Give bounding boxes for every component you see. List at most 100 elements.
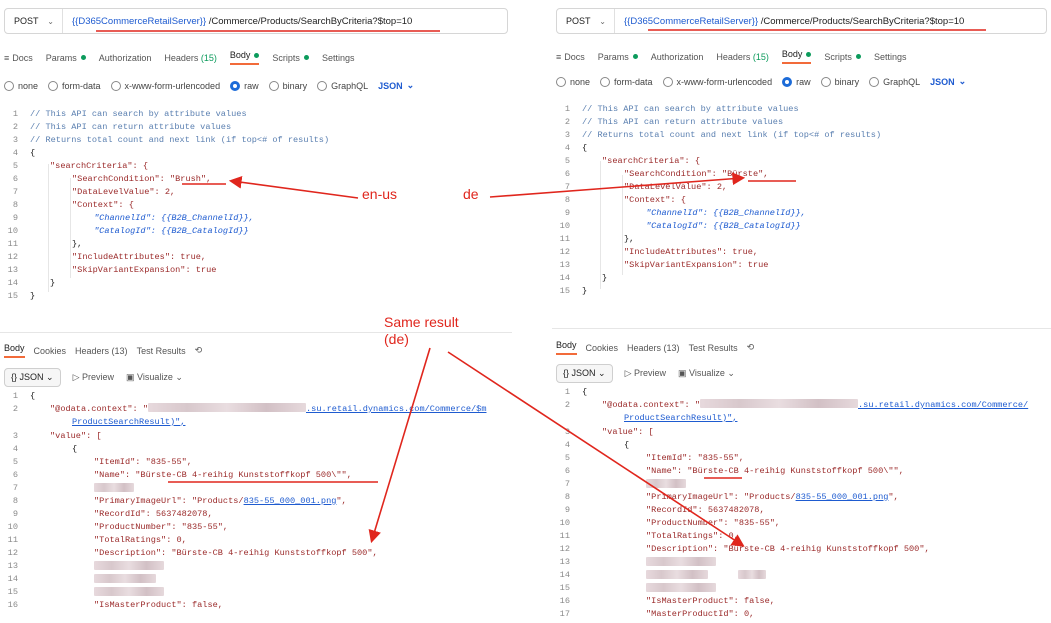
tab-body[interactable]: Body xyxy=(781,49,812,64)
code-line: 7 xyxy=(0,482,134,495)
code-line: ProductSearchResult)", xyxy=(624,413,738,423)
code-line: 2 "@odata.context": " .su.retail.dynamics.… xyxy=(564,399,1029,410)
tab-params[interactable]: Params xyxy=(46,53,86,63)
response-format-label: {} JSON xyxy=(563,368,596,378)
headers-count: (15) xyxy=(200,52,217,63)
request-tabs: ≡ Docs Params Authorization Headers (15) … xyxy=(4,50,508,65)
response-tab-body[interactable]: Body xyxy=(4,343,25,358)
radio-form-data[interactable]: form-data xyxy=(600,76,653,87)
radio-form-data[interactable]: form-data xyxy=(48,80,101,91)
radio-circle xyxy=(820,76,831,87)
code-line: 12 "Description": "Bürste-CB 4-reihig Kun… xyxy=(7,548,378,558)
radio-binary-label: binary xyxy=(282,80,308,91)
response-body-viewer[interactable]: 1{ 2 "@odata.context": " .su.retail.dynami… xyxy=(552,386,1051,623)
response-tab-test-results[interactable]: Test Results xyxy=(689,343,738,353)
radio-graphql-label: GraphQL xyxy=(883,76,921,87)
scripts-indicator-dot xyxy=(855,54,861,59)
history-icon[interactable]: ⟲ xyxy=(195,345,203,356)
response-tab-headers[interactable]: Headers (13) xyxy=(627,343,680,353)
radio-circle xyxy=(317,80,328,91)
response-tab-body[interactable]: Body xyxy=(556,340,577,355)
radio-graphql[interactable]: GraphQL xyxy=(869,76,921,87)
radio-urlencoded[interactable]: x-www-form-urlencoded xyxy=(110,80,220,91)
code-line: 12 "Description": "Bürste-CB 4-reihig Kun… xyxy=(559,544,930,554)
annotation-same-result: Same result (de) xyxy=(384,314,459,348)
radio-circle xyxy=(556,76,566,87)
tab-authorization[interactable]: Authorization xyxy=(651,52,704,62)
response-format-dropdown[interactable]: {} JSON ⌄ xyxy=(556,364,613,383)
url-input[interactable]: {{D365CommerceRetailServer}} /Commerce/P… xyxy=(615,16,964,27)
code-line: ProductSearchResult)", xyxy=(72,417,186,427)
method-select[interactable]: POST ⌄ xyxy=(5,9,63,33)
response-tab-cookies[interactable]: Cookies xyxy=(34,346,67,356)
code-line: 11 "TotalRatings": 0, xyxy=(559,531,739,541)
annotation-same-result-line2: (de) xyxy=(384,331,409,347)
tab-authorization[interactable]: Authorization xyxy=(99,53,152,63)
code-line: 4{ xyxy=(564,143,588,153)
preview-button[interactable]: ▷ Preview xyxy=(73,372,114,383)
code-line: 4{ xyxy=(12,444,78,454)
body-type-options: none form-data x-www-form-urlencoded raw… xyxy=(556,76,1047,87)
method-select[interactable]: POST ⌄ xyxy=(557,9,615,33)
radio-binary[interactable]: binary xyxy=(268,80,308,91)
radio-urlencoded[interactable]: x-www-form-urlencoded xyxy=(662,76,773,87)
tab-scripts[interactable]: Scripts xyxy=(272,53,309,63)
response-tab-cookies[interactable]: Cookies xyxy=(586,343,619,353)
tab-docs[interactable]: ≡ Docs xyxy=(556,52,585,62)
left-postman-panel: POST ⌄ {{D365CommerceRetailServer}} /Com… xyxy=(0,0,512,623)
radio-urlencoded-label: x-www-form-urlencoded xyxy=(676,76,773,87)
tab-scripts[interactable]: Scripts xyxy=(824,52,861,62)
code-line: 5 "searchCriteria": { xyxy=(12,161,148,171)
code-line: 7 xyxy=(552,478,686,491)
request-body-editor[interactable]: 1// This API can search by attribute val… xyxy=(0,106,512,306)
image-icon: ▣ xyxy=(678,368,687,378)
code-line: 13 "SkipVariantExpansion": true xyxy=(7,265,217,275)
response-tab-headers[interactable]: Headers (13) xyxy=(75,346,128,356)
tab-settings[interactable]: Settings xyxy=(322,53,355,63)
radio-binary[interactable]: binary xyxy=(820,76,859,87)
annotation-same-result-line1: Same result xyxy=(384,314,459,330)
body-format-dropdown[interactable]: JSON ⌄ xyxy=(930,76,966,87)
radio-raw[interactable]: raw xyxy=(782,76,811,87)
visualize-button[interactable]: ▣ Visualize ⌄ xyxy=(126,372,183,383)
tab-params-label: Params xyxy=(597,51,629,62)
body-format-dropdown[interactable]: JSON ⌄ xyxy=(378,80,414,91)
url-input[interactable]: {{D365CommerceRetailServer}} /Commerce/P… xyxy=(63,16,412,27)
redacted-value xyxy=(646,583,716,593)
code-line: 15} xyxy=(7,291,36,301)
radio-none[interactable]: none xyxy=(4,80,38,91)
radio-none[interactable]: none xyxy=(556,76,591,87)
radio-none-label: none xyxy=(570,76,591,87)
code-line: 15} xyxy=(559,286,588,296)
code-line: 12 "IncludeAttributes": true, xyxy=(559,247,759,257)
response-tab-test-results[interactable]: Test Results xyxy=(137,346,186,356)
code-line: 7 "DataLevelValue": 2, xyxy=(12,187,176,197)
code-line: 14 xyxy=(0,573,156,586)
code-line: 3 "value": [ xyxy=(564,427,654,437)
preview-button[interactable]: ▷ Preview xyxy=(625,368,666,379)
tab-docs[interactable]: ≡ Docs xyxy=(4,53,33,63)
tab-params[interactable]: Params xyxy=(598,52,638,62)
tab-headers[interactable]: Headers (15) xyxy=(716,52,769,62)
history-icon[interactable]: ⟲ xyxy=(747,342,755,353)
code-line: 13 "SkipVariantExpansion": true xyxy=(559,260,769,270)
code-line: 14} xyxy=(7,278,56,288)
redacted-value xyxy=(646,479,686,489)
radio-graphql[interactable]: GraphQL xyxy=(317,80,369,91)
visualize-button[interactable]: ▣ Visualize ⌄ xyxy=(678,368,735,379)
radio-graphql-label: GraphQL xyxy=(331,80,369,91)
image-icon: ▣ xyxy=(126,372,135,382)
code-line: 5 "ItemId": "835-55", xyxy=(564,453,744,463)
code-line: 15 xyxy=(0,586,164,599)
tab-body[interactable]: Body xyxy=(229,50,260,65)
response-format-dropdown[interactable]: {} JSON ⌄ xyxy=(4,368,61,387)
radio-raw[interactable]: raw xyxy=(230,80,259,91)
code-line: 17 "MasterProductId": 0, xyxy=(559,609,755,619)
response-body-viewer[interactable]: 1{ 2 "@odata.context": " .su.retail.dynami… xyxy=(0,390,512,623)
redacted-url xyxy=(700,399,858,408)
docs-icon: ≡ xyxy=(4,52,10,63)
request-body-editor[interactable]: 1// This API can search by attribute val… xyxy=(552,103,1051,303)
tab-settings[interactable]: Settings xyxy=(874,52,907,62)
tab-headers[interactable]: Headers (15) xyxy=(164,53,217,63)
code-line: 10 "CatalogId": {{B2B_CatalogId}} xyxy=(7,226,249,236)
